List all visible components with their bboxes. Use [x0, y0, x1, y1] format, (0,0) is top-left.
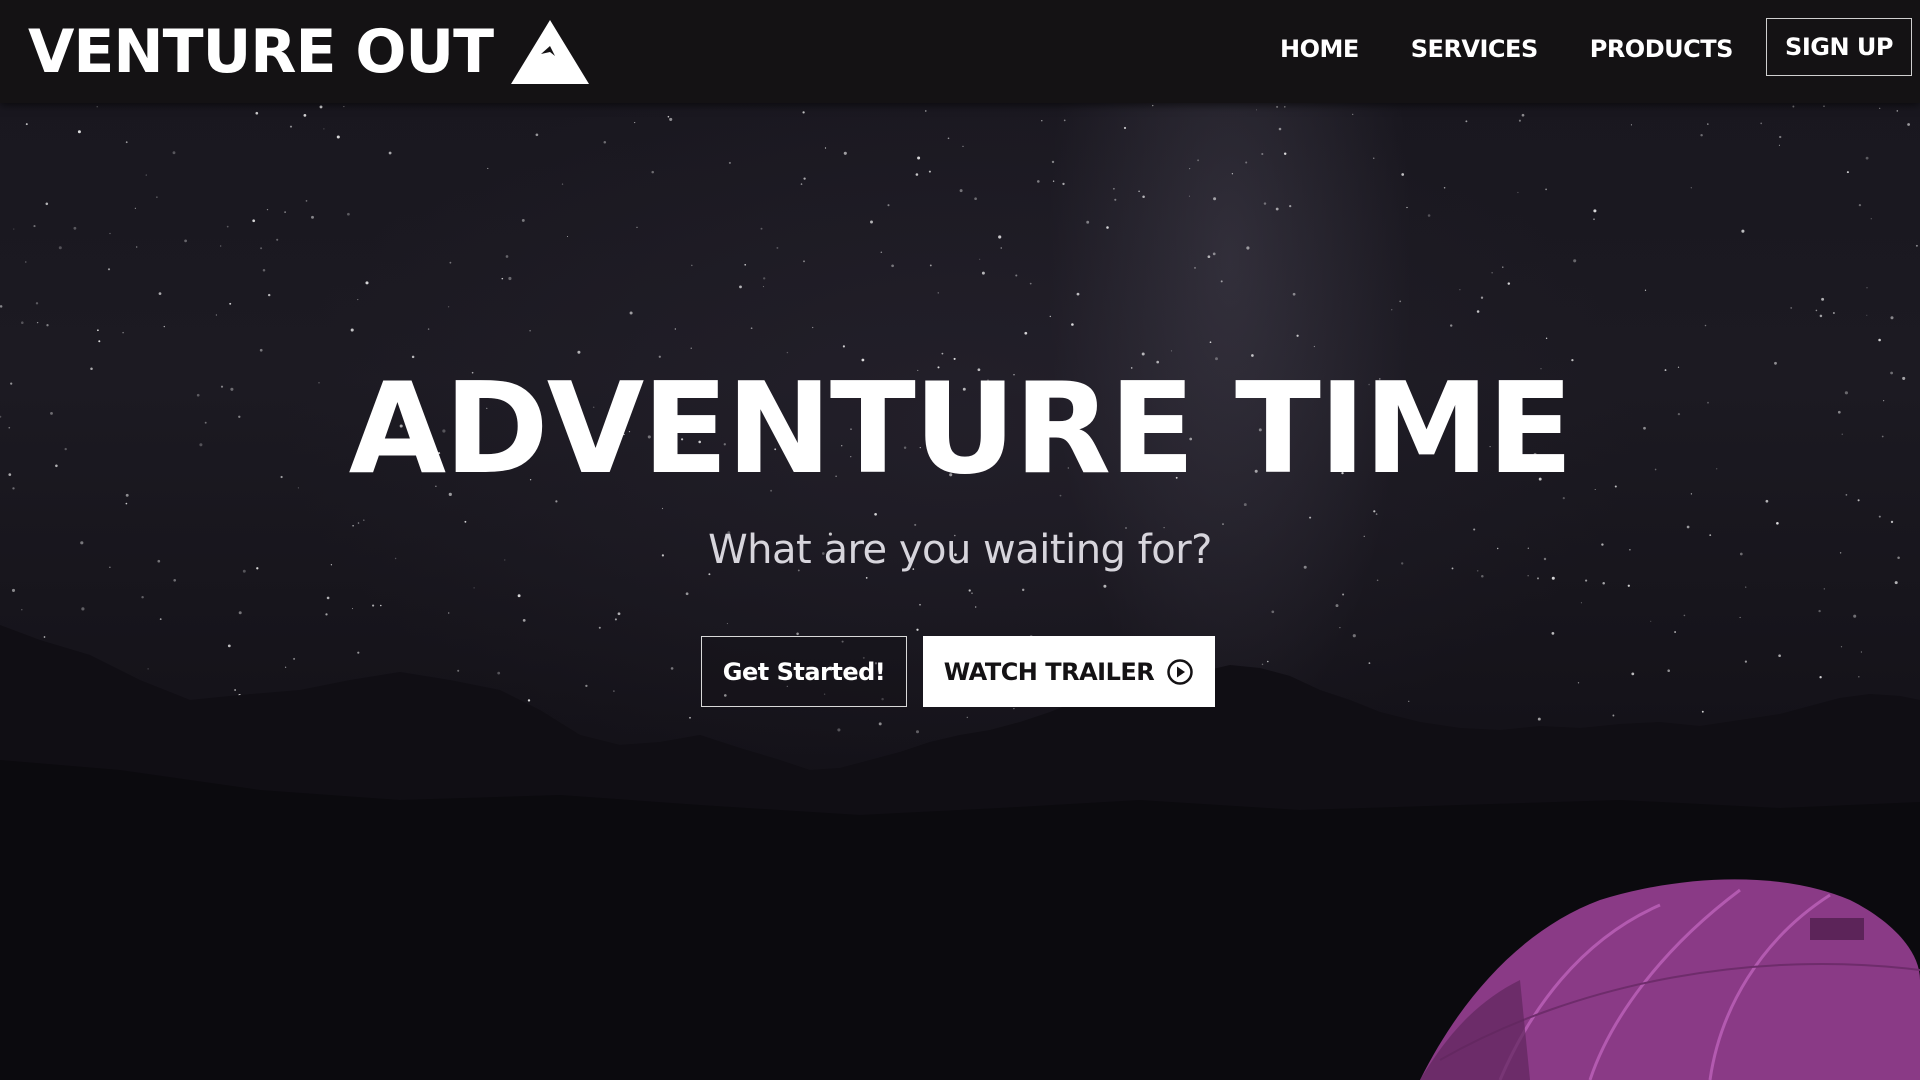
hero-buttons: Get Started! WATCH TRAILER	[701, 636, 1215, 707]
brand[interactable]: VENTURE OUT	[28, 10, 591, 94]
mountain-icon	[511, 20, 590, 84]
hero-title: ADVENTURE TIME	[348, 355, 1574, 502]
nav-services-link[interactable]: SERVICES	[1411, 30, 1538, 68]
get-started-button[interactable]: Get Started!	[701, 636, 907, 707]
hero-subtitle: What are you waiting for?	[708, 527, 1212, 573]
play-circle-icon	[1167, 658, 1194, 685]
watch-trailer-label: WATCH TRAILER	[943, 657, 1155, 686]
nav-links: HOME SERVICES PRODUCTS	[1280, 30, 1785, 68]
nav-home-link[interactable]: HOME	[1280, 30, 1359, 68]
navbar: VENTURE OUT HOME SERVICES PRODUCTS SIGN …	[0, 0, 1920, 103]
page: VENTURE OUT HOME SERVICES PRODUCTS SIGN …	[0, 0, 1920, 1080]
nav-products-link[interactable]: PRODUCTS	[1590, 30, 1734, 68]
brand-name: VENTURE OUT	[28, 17, 494, 87]
get-started-label: Get Started!	[722, 657, 886, 686]
signup-button[interactable]: SIGN UP	[1766, 18, 1912, 76]
tent-image	[1420, 879, 1920, 1080]
watch-trailer-button[interactable]: WATCH TRAILER	[923, 636, 1215, 707]
